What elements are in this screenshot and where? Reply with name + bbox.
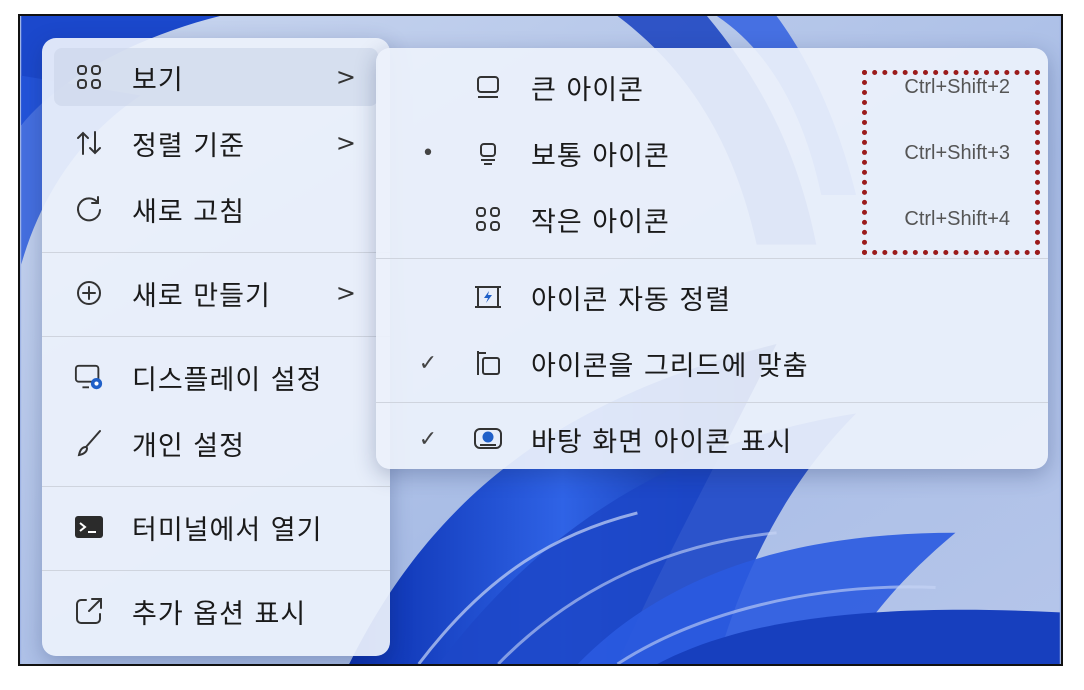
menu-item-sort-by[interactable]: 정렬 기준 > xyxy=(54,114,378,172)
menu-item-label: 새로 만들기 xyxy=(132,280,271,312)
menu-item-view[interactable]: 보기 > xyxy=(54,48,378,106)
submenu-item-show-desktop-icons[interactable]: ✓ 바탕 화면 아이콘 표시 xyxy=(386,408,1038,470)
menu-item-label: 개인 설정 xyxy=(132,430,245,462)
open-external-icon xyxy=(74,596,104,626)
chevron-right-icon: > xyxy=(335,279,356,307)
large-icons-icon xyxy=(472,71,504,103)
display-settings-icon xyxy=(74,362,104,392)
menu-separator xyxy=(376,258,1048,259)
add-circle-icon xyxy=(74,278,104,308)
chevron-right-icon: > xyxy=(335,63,356,91)
check-mark-icon: ✓ xyxy=(418,426,438,452)
submenu-item-label: 아이콘을 그리드에 맞춤 xyxy=(531,350,809,382)
auto-arrange-icon xyxy=(472,281,504,313)
menu-item-label: 보기 xyxy=(132,64,184,96)
menu-item-label: 정렬 기준 xyxy=(132,130,245,162)
shortcut-annotation-box xyxy=(862,70,1040,255)
submenu-item-label: 작은 아이콘 xyxy=(531,206,670,238)
menu-separator xyxy=(376,402,1048,403)
submenu-item-auto-arrange[interactable]: 아이콘 자동 정렬 xyxy=(386,266,1038,328)
show-desktop-icons-icon xyxy=(472,423,504,455)
small-icons-icon xyxy=(472,203,504,235)
menu-item-open-terminal[interactable]: 터미널에서 열기 xyxy=(54,498,378,556)
menu-item-label: 터미널에서 열기 xyxy=(132,514,323,546)
menu-separator xyxy=(42,252,390,253)
menu-item-personalize[interactable]: 개인 설정 xyxy=(54,414,378,472)
medium-icons-icon xyxy=(472,137,504,169)
menu-item-display-settings[interactable]: 디스플레이 설정 xyxy=(54,348,378,406)
menu-separator xyxy=(42,570,390,571)
chevron-right-icon: > xyxy=(335,129,356,157)
selected-bullet: • xyxy=(421,140,435,166)
submenu-item-label: 큰 아이콘 xyxy=(531,74,644,106)
menu-item-refresh[interactable]: 새로 고침 xyxy=(54,180,378,238)
menu-item-label: 새로 고침 xyxy=(132,196,245,228)
desktop-context-menu: 보기 > 정렬 기준 > 새로 고침 새로 만들기 > 디스플레이 설정 개인 … xyxy=(42,38,390,656)
submenu-item-label: 바탕 화면 아이콘 표시 xyxy=(531,426,793,458)
grid-icon xyxy=(74,62,104,92)
align-grid-icon xyxy=(472,347,504,379)
submenu-item-label: 보통 아이콘 xyxy=(531,140,670,172)
submenu-item-label: 아이콘 자동 정렬 xyxy=(531,284,732,316)
menu-separator xyxy=(42,336,390,337)
terminal-icon xyxy=(74,512,104,542)
menu-item-label: 디스플레이 설정 xyxy=(132,364,323,396)
screenshot-frame: 보기 > 정렬 기준 > 새로 고침 새로 만들기 > 디스플레이 설정 개인 … xyxy=(18,14,1063,666)
menu-item-new[interactable]: 새로 만들기 > xyxy=(54,264,378,322)
submenu-item-align-to-grid[interactable]: ✓ 아이콘을 그리드에 맞춤 xyxy=(386,332,1038,394)
refresh-icon xyxy=(74,194,104,224)
menu-item-label: 추가 옵션 표시 xyxy=(132,598,307,630)
brush-icon xyxy=(74,428,104,458)
sort-icon xyxy=(74,128,104,158)
menu-item-show-more-options[interactable]: 추가 옵션 표시 xyxy=(54,582,378,640)
menu-separator xyxy=(42,486,390,487)
check-mark-icon: ✓ xyxy=(418,350,438,376)
